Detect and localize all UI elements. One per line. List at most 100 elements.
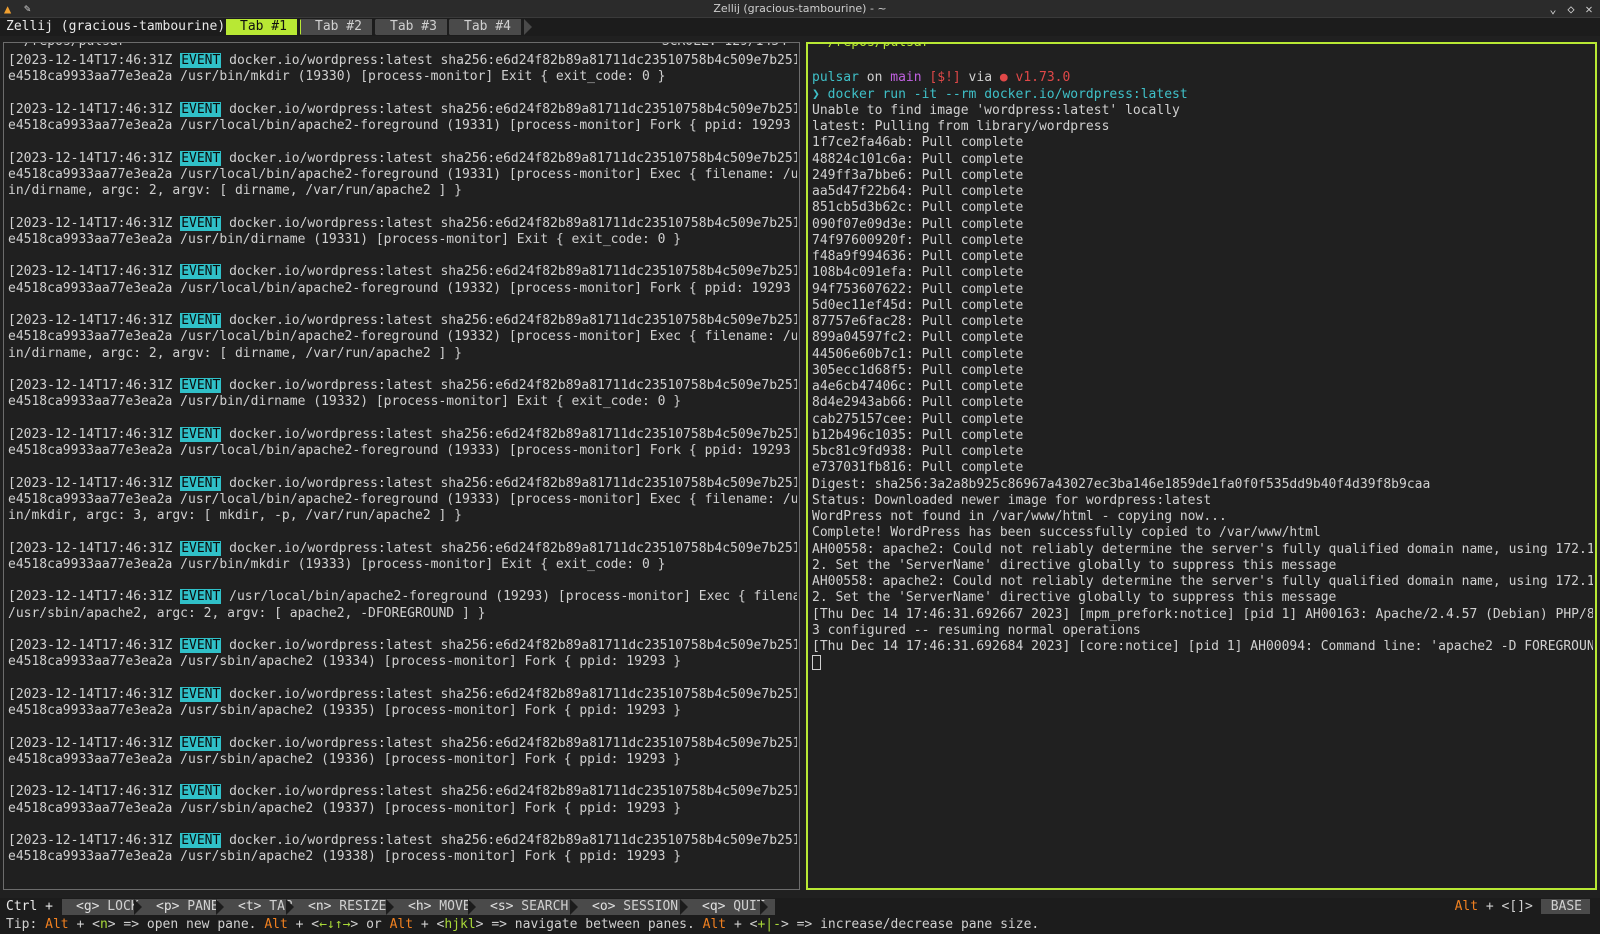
left-pane-output[interactable]: [2023-12-14T17:46:31Z EVENT docker.io/wo… [8,53,797,866]
log-text: docker.io/wordpress:latest sha256:e6d24f… [221,735,797,751]
output-line: 74f97600920f: Pull complete [812,232,1024,248]
log-line: [2023-12-14T17:46:31Z EVENT /usr/local/b… [8,589,797,605]
log-text: docker.io/wordpress:latest sha256:e6d24f… [221,313,797,328]
output-line: 44506e60b7c1: Pull complete [812,346,1024,362]
status-bar: Ctrl + <g> LOCK <p> PANE <t> TAB <n> RESIZE… [0,898,1600,916]
output-line: 8d4e2943ab66: Pull complete [812,395,1024,411]
log-line: e4518ca9933aa77e3ea2a /usr/local/bin/apa… [8,329,797,345]
output-line: 5bc81c9fd938: Pull complete [812,444,1024,459]
log-text: in/dirname, argc: 2, argv: [ dirname, /v… [8,345,462,361]
command-text: docker run -it --rm docker.io/wordpress:… [827,86,1188,102]
log-text: e4518ca9933aa77e3ea2a /usr/sbin/apache2 … [8,849,682,865]
log-text: docker.io/wordpress:latest sha256:e6d24f… [221,378,797,393]
log-text: e4518ca9933aa77e3ea2a /usr/sbin/apache2 … [8,654,682,670]
key-label: QUIT [725,899,765,914]
output-line: a4e6cb47406c: Pull complete [812,379,1024,394]
left-pane-title: ~/repos/pulsar [12,43,130,50]
key-separator [134,899,142,915]
tab-4[interactable]: Tab #4 [450,19,521,35]
log-text: [2023-12-14T17:46:31Z [8,53,181,68]
output-line: Digest: sha256:3a2a8b925c86967a43027ec3b… [812,476,1431,492]
tab-2[interactable]: Tab #2 [301,19,372,35]
event-badge: EVENT [180,833,222,848]
output-line: 249ff3a7bbe6: Pull complete [812,167,1024,183]
tip-text: > => navigate between panes. [475,917,703,932]
key-separator [680,899,688,915]
log-text: [2023-12-14T17:46:31Z [8,426,181,442]
event-badge: EVENT [180,264,222,280]
close-icon[interactable]: ✕ [1582,1,1596,17]
key-shortcut: <g> [76,899,100,914]
mode-badge: BASE [1540,899,1590,914]
tab-3[interactable]: Tab #3 [376,19,447,35]
right-pane[interactable]: ~/repos/pulsar pulsar on main [$!] via ●… [806,42,1597,890]
output-line: [Thu Dec 14 17:46:31.692667 2023] [mpm_p… [812,606,1593,622]
log-text: e4518ca9933aa77e3ea2a /usr/bin/mkdir (19… [8,556,666,572]
log-line: [2023-12-14T17:46:31Z EVENT docker.io/wo… [8,378,797,394]
log-text: docker.io/wordpress:latest sha256:e6d24f… [221,101,797,117]
log-text: /usr/sbin/apache2, argc: 2, argv: [ apac… [8,605,486,621]
maximize-icon[interactable]: ◇ [1564,1,1578,17]
key-shortcut: <p> [156,899,180,914]
tip-text: + < [287,917,320,932]
key-label: LOCK [99,899,139,914]
tab-bar: Zellij (gracious-tambourine) Tab #1 Tab … [0,18,1600,36]
log-text: [2023-12-14T17:46:31Z [8,784,181,800]
log-text: e4518ca9933aa77e3ea2a /usr/bin/dirname (… [8,394,682,410]
output-line: aa5d47f22b64: Pull complete [812,184,1024,199]
minimize-icon[interactable]: ⌄ [1546,1,1560,17]
output-line: 108b4c091efa: Pull complete [812,265,1024,281]
tip-text: + < [413,917,445,932]
log-line: e4518ca9933aa77e3ea2a /usr/sbin/apache2 … [8,849,797,865]
log-line: in/mkdir, argc: 3, argv: [ mkdir, -p, /v… [8,508,797,524]
keybinding-search[interactable]: <s> SEARCH [476,899,579,915]
output-line: Complete! WordPress has been successfull… [812,525,1321,541]
output-line: 94f753607622: Pull complete [812,281,1024,297]
tip-text: > => open new pane. [107,917,265,932]
prompt-on: on [858,70,891,86]
log-line: e4518ca9933aa77e3ea2a /usr/sbin/apache2 … [8,654,797,670]
log-line: [2023-12-14T17:46:31Z EVENT docker.io/wo… [8,426,797,443]
tab-1[interactable]: Tab #1 [226,19,297,35]
log-text: /usr/local/bin/apache2-foreground (19293… [221,589,797,605]
key-shortcut: <o> [592,899,616,914]
key-shortcut: <s> [490,899,514,914]
tip-text: + < [68,917,100,932]
key-separator [760,899,768,915]
event-badge: EVENT [180,686,222,702]
keybinding-session[interactable]: <o> SESSION [578,899,689,915]
key-shortcut: <q> [702,899,726,914]
right-pane-output[interactable]: pulsar on main [$!] via ● v1.73.0 ❯ dock… [812,54,1593,672]
keybinding-resize[interactable]: <n> RESIZE [294,899,397,915]
log-text: docker.io/wordpress:latest sha256:e6d24f… [221,53,797,68]
output-line: f48a9f994636: Pull complete [812,249,1024,264]
prompt-via: via [960,70,1000,86]
log-text: in/dirname, argc: 2, argv: [ dirname, /v… [8,183,462,198]
log-line: e4518ca9933aa77e3ea2a /usr/sbin/apache2 … [8,801,797,817]
log-text: in/mkdir, argc: 3, argv: [ mkdir, -p, /v… [8,508,462,523]
log-line: [2023-12-14T17:46:31Z EVENT docker.io/wo… [8,540,797,557]
output-line: cab275157cee: Pull complete [812,411,1024,427]
log-line: e4518ca9933aa77e3ea2a /usr/bin/dirname (… [8,232,797,248]
log-text: docker.io/wordpress:latest sha256:e6d24f… [221,638,797,653]
log-text: e4518ca9933aa77e3ea2a /usr/sbin/apache2 … [8,751,682,767]
log-text: e4518ca9933aa77e3ea2a /usr/bin/mkdir (19… [8,69,666,85]
log-text: [2023-12-14T17:46:31Z [8,264,181,280]
prompt-arrow-icon: ❯ [812,86,828,102]
left-pane[interactable]: ~/repos/pulsar SCROLL: 129/1454 [2023-12… [3,42,800,890]
log-line: e4518ca9933aa77e3ea2a /usr/bin/mkdir (19… [8,69,797,85]
tip-key: +|- [757,917,781,932]
shell-prompt: pulsar on main [$!] via ● v1.73.0 [812,70,1593,86]
key-shortcut: <n> [308,899,332,914]
output-line: 899a04597fc2: Pull complete [812,330,1024,346]
key-separator [286,899,294,915]
log-text: docker.io/wordpress:latest sha256:e6d24f… [221,475,797,491]
output-line: 851cb5d3b62c: Pull complete [812,200,1024,216]
log-line: /usr/sbin/apache2, argc: 2, argv: [ apac… [8,606,797,622]
